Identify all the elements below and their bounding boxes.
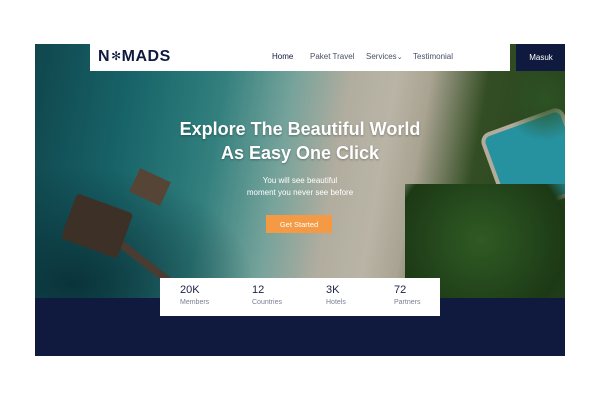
get-started-button[interactable]: Get Started — [266, 215, 332, 233]
nav-item-testimonial[interactable]: Testimonial — [413, 52, 453, 61]
hero-headline-line-2: As Easy One Click — [220, 143, 380, 163]
brand-logo[interactable]: N✻MADS — [98, 48, 171, 66]
logo-letters-mads: MADS — [121, 48, 171, 65]
hero-headline: Explore The Beautiful World As Easy One … — [150, 117, 450, 165]
logo-star-icon: ✻ — [111, 49, 122, 63]
stat-hotels: 3K Hotels — [326, 284, 346, 306]
landing-page: N✻MADS Home Paket Travel Services⌄ Testi… — [35, 44, 565, 356]
stats-panel: 20K Members 12 Countries 3K Hotels 72 Pa… — [160, 278, 440, 316]
hero-subtitle: You will see beautiful moment you never … — [200, 175, 400, 199]
hero-background-image — [35, 44, 565, 298]
nav-item-services[interactable]: Services⌄ — [366, 52, 403, 61]
hero-subtitle-line-1: You will see beautiful — [262, 176, 338, 185]
nav-item-services-label: Services — [366, 52, 397, 61]
stat-label: Members — [180, 299, 210, 306]
login-button[interactable]: Masuk — [516, 44, 565, 71]
hero-subtitle-line-2: moment you never see before — [246, 188, 354, 197]
hero-headline-line-1: Explore The Beautiful World — [179, 119, 421, 139]
stat-value: 3K — [326, 284, 340, 296]
stat-label: Countries — [252, 299, 282, 306]
top-navbar: N✻MADS Home Paket Travel Services⌄ Testi… — [90, 44, 565, 71]
stat-value: 12 — [252, 284, 265, 296]
stat-label: Partners — [394, 299, 421, 306]
stat-value: 20K — [180, 284, 200, 296]
nav-item-paket-travel[interactable]: Paket Travel — [310, 52, 354, 61]
nav-item-home[interactable]: Home — [272, 52, 293, 61]
hero-overlay — [35, 44, 565, 298]
stat-partners: 72 Partners — [394, 284, 420, 306]
stat-value: 72 — [394, 284, 407, 296]
stat-members: 20K Members — [180, 284, 209, 306]
logo-letter-n: N — [98, 48, 111, 65]
chevron-down-icon: ⌄ — [396, 54, 403, 61]
stat-label: Hotels — [326, 299, 346, 306]
stat-countries: 12 Countries — [252, 284, 282, 306]
